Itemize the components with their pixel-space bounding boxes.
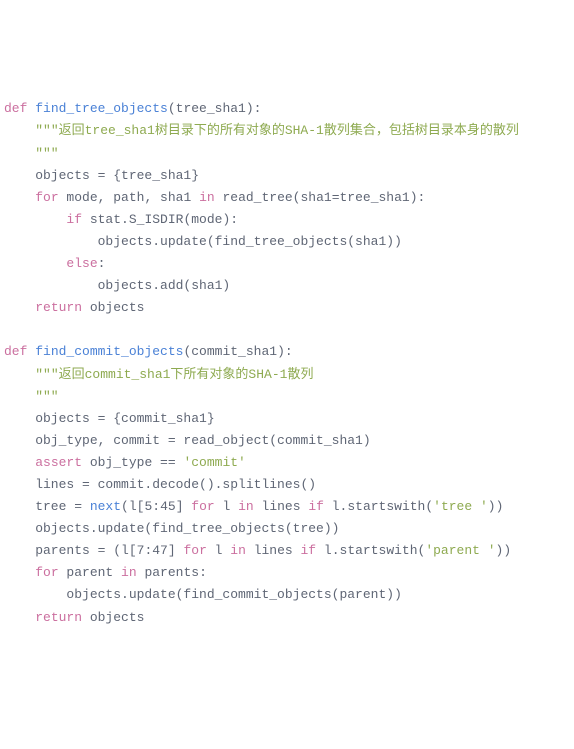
docstring: """返回tree_sha1树目录下的所有对象的SHA-1散列集合，包括树目录本… (35, 123, 519, 138)
keyword-if: if (308, 499, 324, 514)
code-text: l.startswith( (324, 499, 433, 514)
code-block: def find_tree_objects(tree_sha1): """返回t… (4, 98, 570, 628)
code-text: l (215, 499, 238, 514)
code-text: objects = {tree_sha1} (4, 168, 199, 183)
code-text (4, 565, 35, 580)
keyword-assert: assert (35, 455, 82, 470)
code-text (4, 190, 35, 205)
docstring: """返回commit_sha1下所有对象的SHA-1散列 (35, 367, 313, 382)
code-text: objects.update(find_commit_objects(paren… (4, 587, 402, 602)
string-literal: 'parent ' (425, 543, 495, 558)
keyword-if: if (66, 212, 82, 227)
keyword-for: for (35, 190, 58, 205)
keyword-if: if (301, 543, 317, 558)
docstring: """ (4, 146, 59, 161)
number: 7 (137, 543, 145, 558)
code-text (4, 256, 66, 271)
code-text: (tree_sha1): (168, 101, 262, 116)
keyword-def: def (4, 344, 27, 359)
keyword-return: return (35, 610, 82, 625)
code-text (4, 610, 35, 625)
keyword-return: return (35, 300, 82, 315)
code-text: read_tree(sha1=tree_sha1): (215, 190, 426, 205)
code-text: objects.add(sha1) (4, 278, 230, 293)
keyword-for: for (35, 565, 58, 580)
docstring: """ (4, 389, 59, 404)
code-text: objects.update(find_tree_objects(sha1)) (4, 234, 402, 249)
code-text (4, 455, 35, 470)
function-name: find_tree_objects (35, 101, 168, 116)
keyword-in: in (121, 565, 137, 580)
code-text: )) (488, 499, 504, 514)
code-text: (commit_sha1): (183, 344, 292, 359)
string-literal: 'tree ' (433, 499, 488, 514)
number: 5 (144, 499, 152, 514)
code-text (4, 212, 66, 227)
keyword-def: def (4, 101, 27, 116)
keyword-in: in (230, 543, 246, 558)
number: 47 (152, 543, 168, 558)
code-text: objects (82, 610, 144, 625)
keyword-in: in (199, 190, 215, 205)
code-text: obj_type, commit = read_object(commit_sh… (4, 433, 371, 448)
string-literal: 'commit' (183, 455, 245, 470)
code-text: : (98, 256, 106, 271)
keyword-else: else (66, 256, 97, 271)
code-text: stat.S_ISDIR(mode): (82, 212, 238, 227)
code-text: obj_type == (82, 455, 183, 470)
code-text: parents: (137, 565, 207, 580)
code-text: )) (496, 543, 512, 558)
code-text: objects (82, 300, 144, 315)
code-text: : (144, 543, 152, 558)
code-text: objects.update(find_tree_objects(tree)) (4, 521, 339, 536)
code-text: parent (59, 565, 121, 580)
keyword-for: for (183, 543, 206, 558)
code-text: ] (168, 543, 184, 558)
code-text: parents = (l[ (4, 543, 137, 558)
code-text: lines (246, 543, 301, 558)
code-text: mode, path, sha1 (59, 190, 199, 205)
keyword-in: in (238, 499, 254, 514)
code-text: lines = commit.decode().splitlines() (4, 477, 316, 492)
builtin-next: next (90, 499, 121, 514)
code-text: ] (176, 499, 192, 514)
keyword-for: for (191, 499, 214, 514)
function-name: find_commit_objects (35, 344, 183, 359)
number: 45 (160, 499, 176, 514)
code-text: : (152, 499, 160, 514)
code-text (4, 123, 35, 138)
code-text: (l[ (121, 499, 144, 514)
code-text: tree = (4, 499, 90, 514)
code-text (4, 300, 35, 315)
code-text: lines (254, 499, 309, 514)
code-text: l.startswith( (316, 543, 425, 558)
code-text: objects = {commit_sha1} (4, 411, 215, 426)
code-text (4, 367, 35, 382)
code-text: l (207, 543, 230, 558)
